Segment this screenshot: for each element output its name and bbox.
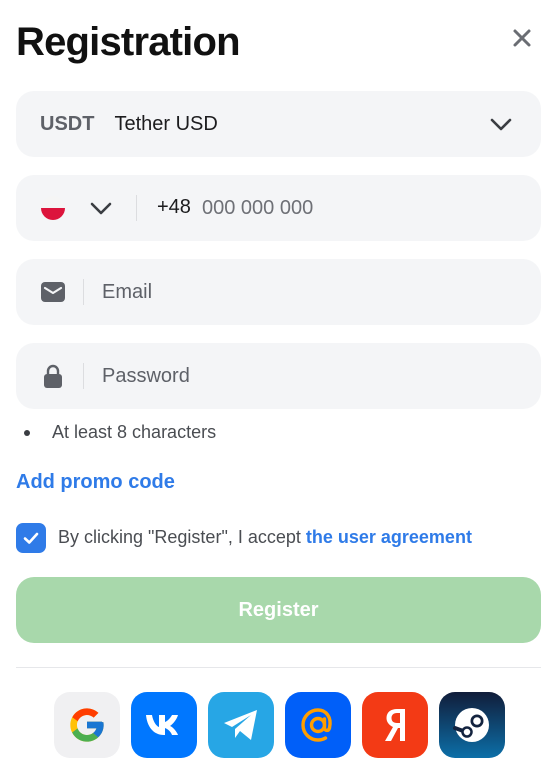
agreement-checkbox[interactable]: [16, 523, 46, 553]
email-field[interactable]: [102, 273, 522, 311]
steam-icon: [453, 708, 489, 742]
telegram-icon: [224, 710, 257, 740]
google-login-button[interactable]: [54, 692, 120, 758]
phone-prefix: +48: [157, 196, 191, 218]
steam-login-button[interactable]: [439, 692, 505, 758]
chevron-down-icon[interactable]: [489, 113, 513, 135]
add-promo-code-link[interactable]: Add promo code: [16, 471, 175, 494]
password-hint-text: At least 8 characters: [52, 422, 217, 442]
register-button[interactable]: Register: [16, 577, 541, 643]
currency-name: Tether USD: [114, 112, 218, 135]
lock-icon: [44, 364, 62, 388]
divider: [16, 667, 541, 668]
agreement-label: By clicking "Register", I accept: [58, 527, 306, 547]
phone-field: +48: [16, 175, 541, 241]
close-icon[interactable]: [506, 22, 538, 54]
user-agreement-link[interactable]: the user agreement: [306, 527, 472, 547]
bullet-icon: [24, 429, 30, 436]
checkmark-icon: [23, 532, 39, 544]
yandex-icon: [385, 709, 405, 741]
social-login-list: [54, 692, 505, 758]
divider: [83, 363, 84, 389]
mail-ru-icon: [301, 708, 332, 742]
telegram-login-button[interactable]: [208, 692, 274, 758]
email-field-wrapper: [16, 259, 541, 325]
mail-ru-login-button[interactable]: [285, 692, 351, 758]
page-title: Registration: [16, 20, 241, 64]
country-chevron-down-icon[interactable]: [89, 197, 113, 219]
yandex-login-button[interactable]: [362, 692, 428, 758]
currency-code: USDT: [40, 112, 95, 135]
password-field[interactable]: [102, 357, 522, 395]
divider: [136, 195, 137, 221]
currency-select[interactable]: USDT Tether USD: [16, 91, 541, 157]
flag-poland-icon: [41, 196, 65, 220]
phone-input[interactable]: [202, 189, 502, 227]
divider: [83, 279, 84, 305]
vk-icon: [146, 715, 178, 735]
password-field-wrapper: [16, 343, 541, 409]
vk-login-button[interactable]: [131, 692, 197, 758]
google-icon: [70, 708, 104, 742]
password-hint: At least 8 characters: [24, 422, 216, 443]
envelope-icon: [41, 282, 65, 302]
agreement-text: By clicking "Register", I accept the use…: [58, 527, 472, 548]
